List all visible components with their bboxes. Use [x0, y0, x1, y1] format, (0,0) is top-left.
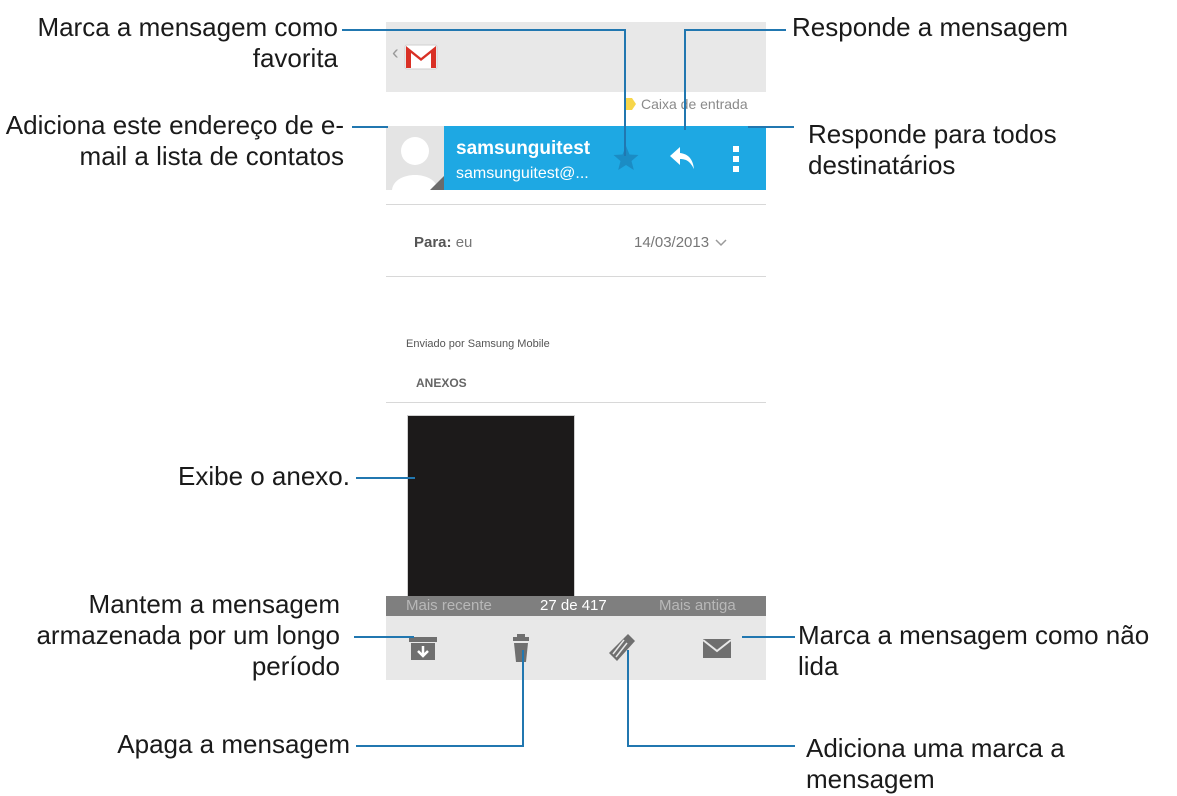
message-position: 27 de 417: [540, 597, 607, 614]
contact-avatar[interactable]: [386, 126, 444, 190]
callout-view-attachment: Exibe o anexo.: [177, 461, 350, 491]
gmail-logo-icon[interactable]: [403, 38, 439, 74]
sender-email: samsunguitest@...: [456, 165, 589, 182]
attachments-heading: ANEXOS: [416, 376, 467, 390]
callout-line-reply: [685, 29, 786, 31]
message-signature: Enviado por Samsung Mobile: [406, 338, 550, 350]
callout-line-unread: [742, 636, 795, 638]
label-icon[interactable]: [604, 632, 638, 664]
folder-label-text: Caixa de entrada: [641, 96, 748, 112]
callout-line-label: [627, 650, 629, 746]
person-silhouette-icon: [386, 126, 444, 190]
email-screen: ‹ Caixa de entrada samsunguitest samsung…: [386, 22, 766, 680]
callout-line-delete: [356, 745, 524, 747]
back-chevron-icon[interactable]: ‹: [392, 42, 399, 65]
callout-add-contact: Adiciona este endereço de e-mail a lista…: [5, 110, 344, 171]
overflow-menu-icon[interactable]: [732, 144, 740, 174]
callout-add-label: Adiciona uma marca a mensagem: [806, 733, 1065, 794]
reply-icon[interactable]: [668, 145, 696, 171]
divider: [386, 402, 766, 403]
trash-icon[interactable]: [504, 632, 538, 664]
message-navigation-bar: Mais recente 27 de 417 Mais antiga: [386, 596, 766, 616]
callout-line-add-contact: [352, 126, 388, 128]
sender-name: samsunguitest: [456, 138, 591, 159]
callout-archive: Mantem a mensagem armazenada por um long…: [36, 589, 340, 681]
chevron-down-icon: [715, 238, 727, 246]
callout-line-attachment: [356, 477, 415, 479]
callout-delete: Apaga a mensagem: [117, 729, 350, 759]
newer-link[interactable]: Mais recente: [406, 597, 492, 614]
recipient-row: Para: eu: [414, 234, 472, 251]
callout-line-reply-all: [748, 126, 794, 128]
callout-line-archive: [354, 636, 414, 638]
bottom-toolbar: [386, 616, 766, 680]
to-label: Para:: [414, 234, 452, 251]
callout-line-reply: [684, 29, 686, 130]
callout-mark-unread: Marca a mensagem como não lida: [798, 620, 1150, 681]
callout-line-favorite: [624, 29, 626, 156]
attachment-thumbnail[interactable]: [407, 415, 575, 597]
callout-line-delete: [522, 650, 524, 746]
action-bar: ‹: [386, 22, 766, 92]
mark-unread-icon[interactable]: [700, 632, 734, 664]
callout-line-label: [627, 745, 795, 747]
callout-favorite: Marca a mensagem como favorita: [37, 12, 338, 73]
divider: [386, 276, 766, 277]
sender-header: samsunguitest samsunguitest@...: [386, 126, 766, 190]
older-link[interactable]: Mais antiga: [659, 597, 736, 614]
callout-line-favorite: [342, 29, 625, 31]
callout-reply-all: Responde para todos destinatários: [808, 119, 1057, 180]
message-date[interactable]: 14/03/2013: [634, 234, 727, 251]
callout-reply: Responde a mensagem: [792, 12, 1069, 42]
to-value: eu: [455, 234, 473, 251]
divider: [386, 204, 766, 205]
date-text: 14/03/2013: [634, 234, 710, 251]
star-icon[interactable]: [612, 144, 640, 172]
